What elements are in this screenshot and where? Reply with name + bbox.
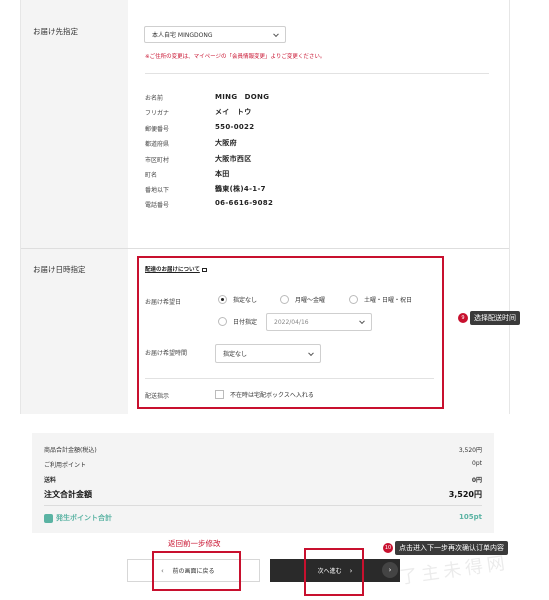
delivery-instruction-label: 配送指示 <box>145 393 170 400</box>
summary-row: 送料 0円 <box>44 475 482 484</box>
points-row: 発生ポイント合計 105pt <box>44 513 482 523</box>
arrow-right-icon: › <box>382 562 398 578</box>
summary-total-row: 注文合計金額 3,520円 <box>44 489 482 500</box>
divider <box>145 378 434 379</box>
radio-weekend-label: 土曜・日曜・祝日 <box>364 297 413 304</box>
field-value-furigana: メイ トウ <box>215 108 252 116</box>
summary-value: 0円 <box>471 477 482 484</box>
radio-none[interactable]: 指定なし <box>218 295 257 304</box>
summary-total-value: 3,520円 <box>448 490 482 499</box>
next-highlight-box <box>304 548 364 596</box>
callout-number: 10 <box>383 543 393 553</box>
address-select-value: 本人自宅 MINGDONG <box>152 32 213 39</box>
checkbox-icon <box>215 390 224 399</box>
divider <box>44 505 482 506</box>
delivery-date-value: 2022/04/16 <box>274 318 309 326</box>
summary-label: ご利用ポイント <box>44 462 87 469</box>
delivery-date-select[interactable]: 2022/04/16 <box>266 313 372 331</box>
delivery-date-label: お届け希望日 <box>145 299 182 306</box>
radio-weekday-label: 月曜〜金曜 <box>295 297 326 304</box>
delivery-time-select[interactable]: 指定なし <box>215 344 321 363</box>
radio-none-label: 指定なし <box>233 297 258 304</box>
row-divider <box>21 248 509 249</box>
points-label: 発生ポイント合計 <box>56 514 112 522</box>
field-key-furigana: フリガナ <box>145 110 170 117</box>
callout-text: 选择配送时间 <box>470 311 520 325</box>
field-key-town: 町名 <box>145 172 158 179</box>
chevron-down-icon <box>359 318 365 325</box>
radio-date-label: 日付指定 <box>233 319 258 326</box>
external-link-icon <box>201 267 207 272</box>
order-summary: 商品合計金額(税込) 3,520円 ご利用ポイント 0pt 送料 0円 注文合計… <box>32 433 494 533</box>
field-key-street: 番地以下 <box>145 187 170 194</box>
field-value-phone: 06-6616-9082 <box>215 199 274 207</box>
field-key-prefecture: 都道府県 <box>145 141 170 148</box>
radio-weekend[interactable]: 土曜・日曜・祝日 <box>349 295 412 304</box>
delivery-time-value: 指定なし <box>223 351 248 358</box>
delivery-datetime-label: お届け日時指定 <box>33 265 86 274</box>
address-select[interactable]: 本人自宅 MINGDONG <box>144 26 286 43</box>
callout-number: 9 <box>458 313 468 323</box>
summary-row: 商品合計金額(税込) 3,520円 <box>44 445 482 454</box>
summary-value: 3,520円 <box>458 447 482 454</box>
points-value: 105pt <box>459 513 482 521</box>
summary-label: 送料 <box>44 477 57 484</box>
back-highlight-box <box>152 551 241 591</box>
label-column <box>21 0 128 414</box>
summary-label: 商品合計金額(税込) <box>44 447 97 454</box>
points-label-wrap: 発生ポイント合計 <box>44 513 112 523</box>
field-key-postcode: 郵便番号 <box>145 126 170 133</box>
absent-box-label: 不在時は宅配ボックスへ入れる <box>230 392 314 399</box>
radio-icon <box>218 317 227 326</box>
field-key-city: 市区町村 <box>145 157 170 164</box>
back-annotation-text: 返回前一步修改 <box>168 539 221 548</box>
field-value-postcode: 550-0022 <box>215 123 255 131</box>
callout-select-delivery: 9 选择配送时间 <box>458 311 520 325</box>
delivery-info-link-text: 配達のお届けについて <box>145 267 200 273</box>
shipping-label: お届け先指定 <box>33 27 78 36</box>
address-change-note: ※ご住所の変更は、マイページの「会員情報変更」よりご変更ください。 <box>145 54 326 60</box>
divider <box>145 73 489 74</box>
field-value-city: 大阪市西区 <box>215 155 252 163</box>
field-key-phone: 電話番号 <box>145 202 170 209</box>
field-value-name: MING DONG <box>215 93 270 101</box>
radio-date[interactable]: 日付指定 <box>218 317 257 326</box>
delivery-time-label: お届け希望時間 <box>145 350 188 357</box>
radio-icon <box>280 295 289 304</box>
radio-selected-icon <box>218 295 227 304</box>
delivery-highlight-box <box>137 256 444 409</box>
radio-weekday[interactable]: 月曜〜金曜 <box>280 295 325 304</box>
points-icon <box>44 513 53 523</box>
chevron-down-icon <box>273 30 279 37</box>
field-value-town: 本田 <box>215 170 230 178</box>
chevron-down-icon <box>308 349 314 356</box>
summary-value: 0pt <box>472 460 482 467</box>
field-value-prefecture: 大阪府 <box>215 139 237 147</box>
field-key-name: お名前 <box>145 95 164 102</box>
summary-row: ご利用ポイント 0pt <box>44 460 482 469</box>
delivery-info-link[interactable]: 配達のお届けについて <box>145 265 207 273</box>
field-value-street: 鶴東(株)4-1-7 <box>215 185 266 193</box>
radio-icon <box>349 295 358 304</box>
summary-total-label: 注文合計金額 <box>44 490 92 499</box>
absent-box-checkbox[interactable]: 不在時は宅配ボックスへ入れる <box>215 390 314 399</box>
